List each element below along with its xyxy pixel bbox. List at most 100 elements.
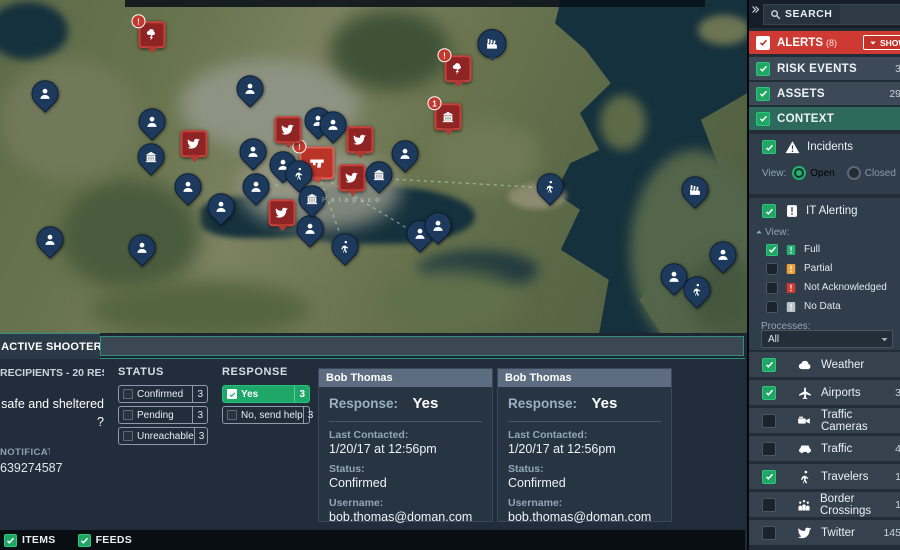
map-pin-person[interactable] (240, 138, 267, 165)
context-row-border-crossings[interactable]: Border Crossings 1 (749, 492, 900, 517)
map-pin-person[interactable] (710, 241, 737, 268)
response-filter-no-send-help[interactable]: No, send help 3 (222, 406, 310, 424)
map-pin-twitter[interactable] (181, 130, 208, 157)
map-pin-person[interactable] (208, 193, 235, 220)
map-pin-storm[interactable]: ! (139, 21, 166, 48)
section-checkbox[interactable] (756, 62, 770, 76)
it-alerting-checkbox[interactable] (762, 204, 776, 218)
recipient-card-header: Bob Thomas (319, 369, 492, 387)
response-label: No, send help (241, 410, 303, 421)
search-bar[interactable]: SEARCH (763, 4, 900, 25)
it-alerting-row[interactable]: IT Alerting (749, 198, 900, 224)
map-pin-person[interactable] (392, 140, 419, 167)
context-row-traffic[interactable]: Traffic 4 (749, 436, 900, 461)
processes-dropdown[interactable]: All (761, 330, 893, 348)
map-pin-person[interactable] (32, 80, 59, 107)
status-filter-pending[interactable]: Pending 3 (118, 406, 208, 424)
search-input[interactable] (840, 5, 900, 24)
person-icon (327, 118, 340, 131)
layer-checkbox[interactable] (762, 358, 776, 372)
footer-checkbox[interactable] (4, 534, 17, 547)
status-checkbox[interactable] (123, 431, 133, 441)
layer-checkbox[interactable] (762, 498, 776, 512)
layer-label: Travelers (821, 471, 869, 483)
map-pin-person[interactable] (129, 234, 156, 261)
sidebar-section-assets[interactable]: ASSETS 29 (749, 82, 900, 105)
layer-checkbox[interactable] (762, 470, 776, 484)
map-pin-person[interactable] (175, 173, 202, 200)
map-pin-walker[interactable] (684, 276, 711, 303)
response-field-value: Yes (591, 395, 617, 412)
map-pin-person[interactable] (297, 215, 324, 242)
it-option-partial[interactable]: Partial (766, 259, 900, 278)
pin-alert-badge: 1 (428, 96, 442, 110)
section-checkbox[interactable] (756, 112, 770, 126)
incidents-row[interactable]: Incidents (749, 134, 900, 160)
map-pin-person[interactable] (237, 75, 264, 102)
layer-checkbox[interactable] (762, 442, 776, 456)
incidents-open-radio[interactable] (792, 166, 806, 180)
map-pin-walker[interactable] (332, 233, 359, 260)
map-canvas[interactable]: !!1! Patapsco (0, 0, 747, 333)
recipient-card[interactable]: Bob Thomas Response: Yes Last Contacted:… (497, 368, 672, 522)
it-option-not-acknowledged[interactable]: Not Acknowledged (766, 278, 900, 297)
map-pin-person[interactable] (37, 226, 64, 253)
sidebar-section-risk-events[interactable]: RISK EVENTS 3 (749, 57, 900, 80)
incidents-closed-radio[interactable] (847, 166, 861, 180)
incidents-checkbox[interactable] (762, 140, 776, 154)
alerts-section-header[interactable]: ALERTS (8) SHOW ALL (749, 31, 900, 54)
context-row-traffic-cameras[interactable]: Traffic Cameras (749, 408, 900, 433)
layer-checkbox[interactable] (762, 386, 776, 400)
footer-toggle-items[interactable]: ITEMS (4, 534, 56, 547)
option-checkbox[interactable] (766, 301, 778, 313)
map-pin-twitter[interactable] (339, 164, 366, 191)
camera-icon (797, 414, 812, 428)
status-filter-confirmed[interactable]: Confirmed 3 (118, 385, 208, 403)
card-field-label: Status: (508, 463, 661, 475)
show-all-button[interactable]: SHOW ALL (863, 35, 900, 50)
map-pin-building[interactable]: 1 (435, 103, 462, 130)
status-checkbox[interactable] (123, 389, 133, 399)
map-pin-person[interactable] (320, 111, 347, 138)
it-option-full[interactable]: Full (766, 240, 900, 259)
it-alerting-label: IT Alerting (806, 205, 858, 217)
context-row-twitter[interactable]: Twitter 145 (749, 520, 900, 545)
map-pin-person[interactable] (139, 108, 166, 135)
map-pin-walker[interactable] (537, 173, 564, 200)
map-pin-twitter[interactable] (269, 199, 296, 226)
map-pin-person[interactable] (243, 173, 270, 200)
response-filter-yes[interactable]: Yes 3 (222, 385, 310, 403)
map-pin-factory[interactable] (478, 29, 507, 58)
map-pin-storm[interactable]: ! (445, 55, 472, 82)
collapse-sidebar-icon[interactable] (751, 5, 760, 14)
section-checkbox[interactable] (756, 87, 770, 101)
map-pin-building[interactable] (366, 161, 393, 188)
map-pin-walker[interactable] (286, 160, 313, 187)
layer-checkbox[interactable] (762, 526, 776, 540)
footer-checkbox[interactable] (78, 534, 91, 547)
it-view-header[interactable]: View: (755, 224, 900, 240)
option-checkbox[interactable] (766, 263, 778, 275)
status-filter-unreachable[interactable]: Unreachable 3 (118, 427, 208, 445)
footer-toggle-feeds[interactable]: FEEDS (78, 534, 133, 547)
recipient-card[interactable]: Bob Thomas Response: Yes Last Contacted:… (318, 368, 493, 522)
layer-checkbox[interactable] (762, 414, 776, 428)
map-pin-twitter[interactable] (347, 126, 374, 153)
it-option-no-data[interactable]: No Data (766, 297, 900, 316)
context-row-weather[interactable]: Weather (749, 352, 900, 377)
card-field-value: bob.thomas@doman.com (508, 510, 661, 524)
option-checkbox[interactable] (766, 244, 778, 256)
context-row-travelers[interactable]: Travelers 1 (749, 464, 900, 489)
status-checkbox[interactable] (123, 410, 133, 420)
response-checkbox[interactable] (227, 389, 237, 399)
context-row-airports[interactable]: Airports 3 (749, 380, 900, 405)
map-pin-building[interactable] (138, 143, 165, 170)
option-checkbox[interactable] (766, 282, 778, 294)
sidebar-section-context[interactable]: CONTEXT (749, 107, 900, 130)
map-pin-twitter[interactable] (275, 116, 302, 143)
alerts-checkbox[interactable] (756, 36, 770, 50)
map-pin-person[interactable] (425, 212, 452, 239)
map-pin-factory[interactable] (682, 176, 709, 203)
tab-event-active-shooter[interactable]: EVENT: ACTIVE SHOOTER (0, 333, 100, 359)
response-checkbox[interactable] (227, 410, 237, 420)
